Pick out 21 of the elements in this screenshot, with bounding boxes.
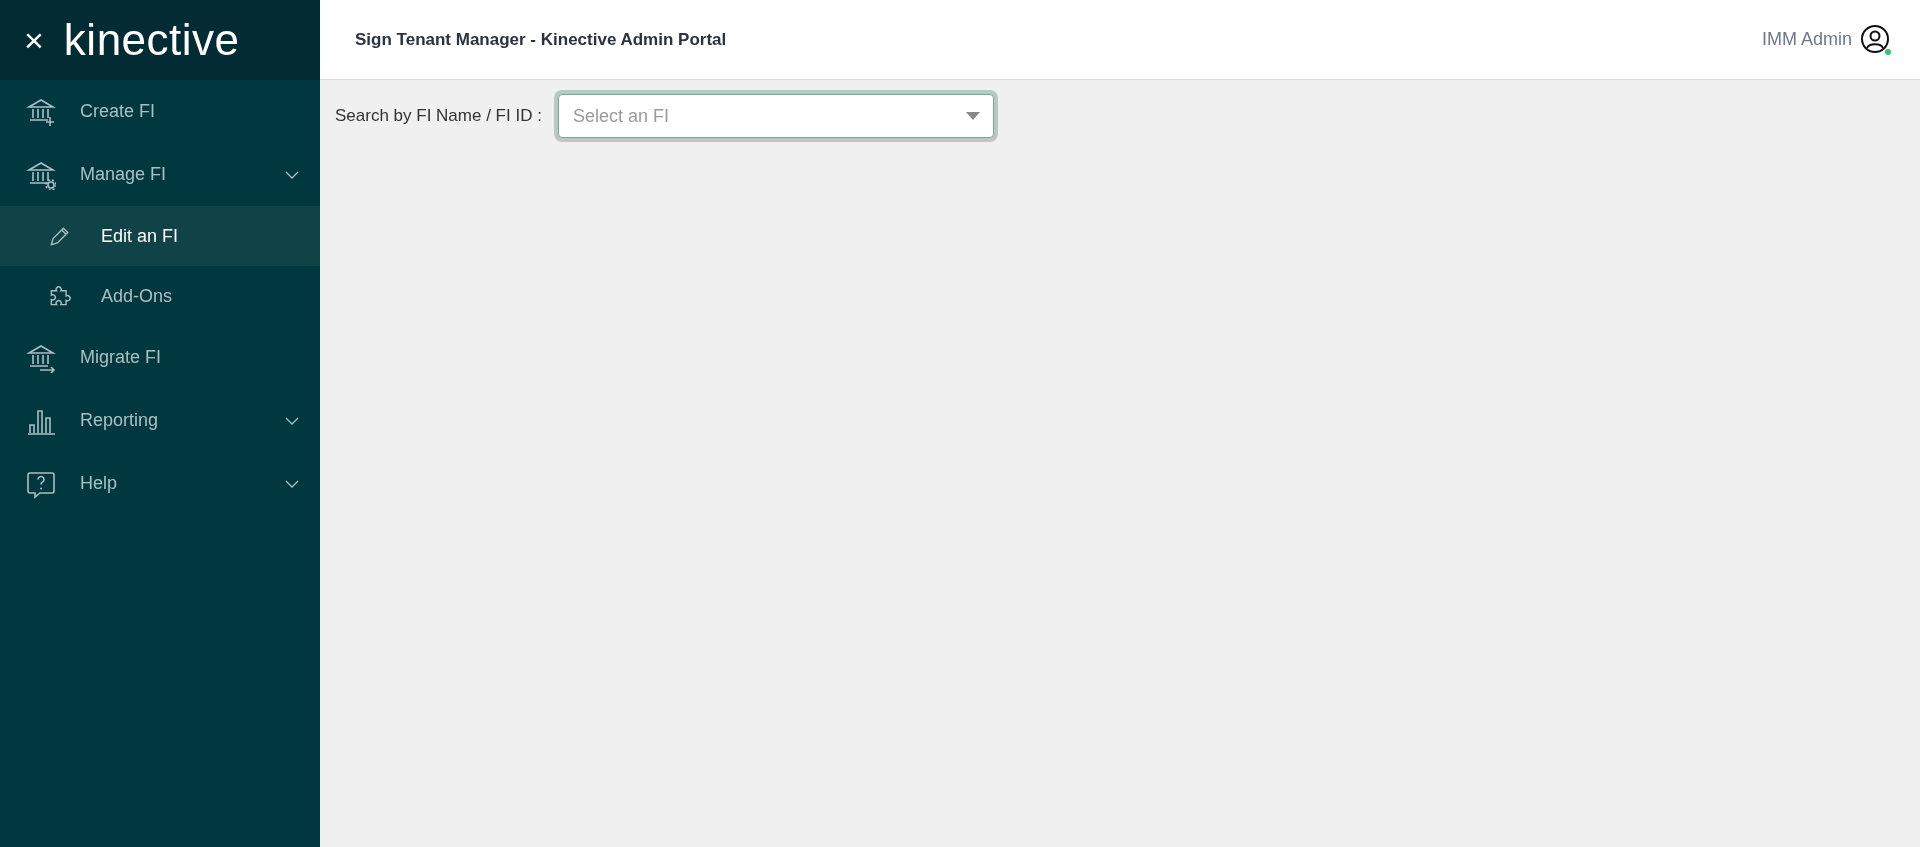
chevron-down-icon [284, 415, 300, 426]
user-avatar-icon[interactable] [1860, 23, 1892, 56]
menu-item[interactable]: Reporting [0, 389, 320, 452]
menu-item[interactable]: Migrate FI [0, 326, 320, 389]
submenu-item[interactable]: Edit an FI [0, 206, 320, 266]
page-title: Sign Tenant Manager - Kinective Admin Portal [355, 28, 727, 51]
dropdown-caret-icon [965, 112, 980, 120]
chevron-down-icon [284, 478, 300, 489]
bank-plus-icon [26, 96, 56, 127]
user-name[interactable]: IMM Admin [1761, 26, 1852, 53]
bank-gear-icon [26, 159, 56, 190]
fi-select-field[interactable]: Select an FI [557, 94, 994, 138]
menu-item[interactable]: Create FI [0, 80, 320, 143]
submenu-item[interactable]: Add-Ons [0, 266, 320, 326]
search-label: Search by FI Name / FI ID : [335, 105, 542, 128]
logo: kinective [63, 18, 240, 62]
chevron-down-icon [284, 169, 300, 180]
close-button[interactable]: × [24, 23, 44, 57]
bank-arrow-icon [26, 342, 56, 373]
menu-item[interactable]: Manage FI [0, 143, 320, 206]
menu-item[interactable]: Help [0, 452, 320, 515]
